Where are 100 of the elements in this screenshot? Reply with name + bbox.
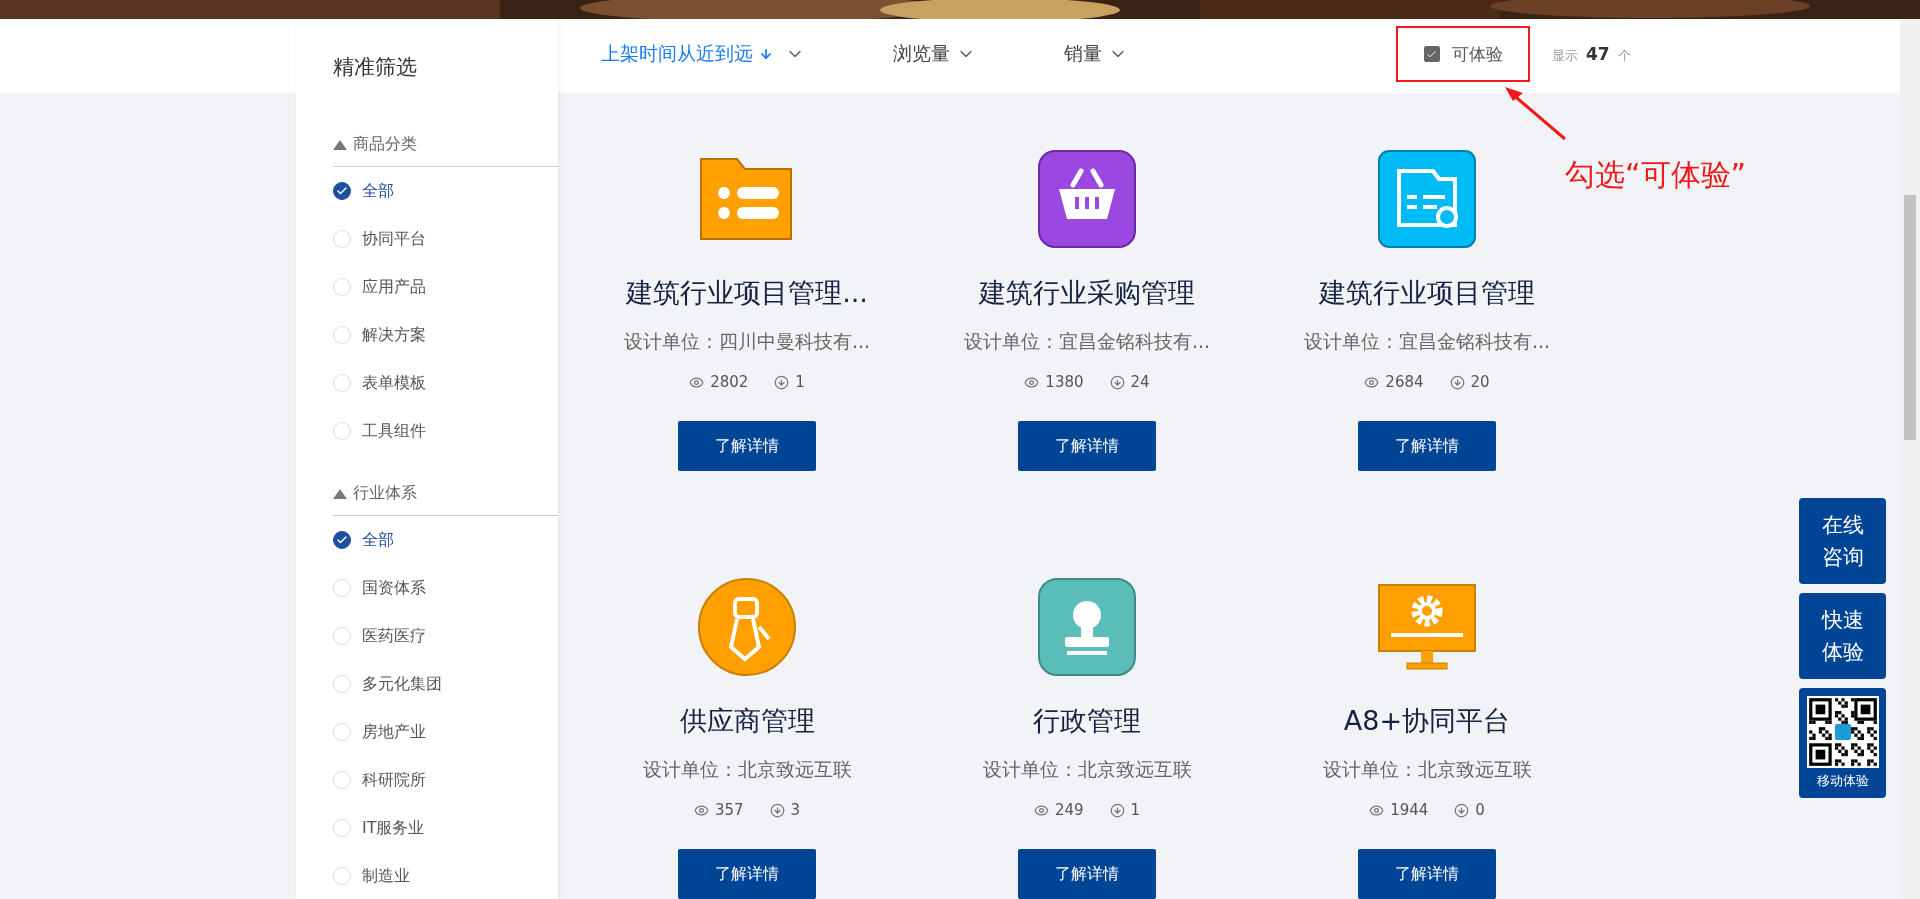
- tie-icon: [697, 577, 797, 677]
- product-title: 供应商管理: [679, 704, 815, 738]
- designer-text: 设计单位：北京致远互联: [642, 757, 852, 782]
- filter-option-label: 科研院所: [362, 769, 426, 791]
- filter-option-label: 工具组件: [362, 420, 426, 442]
- filter-option-label: 全部: [362, 180, 394, 202]
- filter-option[interactable]: 全部: [333, 516, 558, 564]
- download-count: 0: [1475, 801, 1485, 819]
- details-button[interactable]: 了解详情: [1018, 421, 1156, 471]
- count-prefix: 显示: [1552, 46, 1578, 65]
- designer-text: 设计单位：北京致远互联: [1322, 757, 1532, 782]
- filter-option[interactable]: 制造业: [333, 852, 558, 899]
- filter-option[interactable]: 应用产品: [333, 263, 558, 311]
- details-button[interactable]: 了解详情: [1358, 421, 1496, 471]
- sort-option[interactable]: 浏览量: [893, 41, 976, 67]
- check-icon: [1426, 48, 1437, 60]
- eye-icon: [1364, 374, 1380, 390]
- filter-option[interactable]: 多元化集团: [333, 660, 558, 708]
- designer-text: 设计单位：北京致远互联: [982, 757, 1192, 782]
- eye-icon: [1033, 802, 1049, 818]
- download-icon: [1454, 802, 1470, 818]
- details-button[interactable]: 了解详情: [678, 849, 816, 899]
- download-count: 24: [1130, 373, 1150, 391]
- download-count: 20: [1470, 373, 1490, 391]
- designer-text: 设计单位：宜昌金铭科技有...: [963, 329, 1211, 354]
- result-count: 47: [1586, 43, 1610, 64]
- details-button[interactable]: 了解详情: [1018, 849, 1156, 899]
- filter-option-label: 应用产品: [362, 276, 426, 298]
- basket-icon: [1037, 149, 1137, 249]
- filter-option-label: 表单模板: [362, 372, 426, 394]
- filter-group-title: 行业体系: [353, 483, 417, 504]
- filter-option-label: 协同平台: [362, 228, 426, 250]
- download-icon: [1109, 374, 1125, 390]
- filter-option[interactable]: 表单模板: [333, 359, 558, 407]
- download-icon: [774, 374, 790, 390]
- filter-option[interactable]: 国资体系: [333, 564, 558, 612]
- stamp-icon: [1037, 577, 1137, 677]
- details-button[interactable]: 了解详情: [678, 421, 816, 471]
- filter-option[interactable]: 医药医疗: [333, 612, 558, 660]
- filter-option[interactable]: 全部: [333, 167, 558, 215]
- view-count: 2802: [710, 373, 749, 391]
- filter-option[interactable]: 工具组件: [333, 407, 558, 455]
- filter-option-label: 医药医疗: [362, 625, 426, 647]
- filter-group-header[interactable]: 商品分类: [333, 123, 558, 167]
- mobile-experience-button[interactable]: 移动体验: [1799, 688, 1886, 798]
- filter-option-label: 全部: [362, 529, 394, 551]
- experience-checkbox[interactable]: 可体验: [1423, 42, 1503, 66]
- annotation-arrow: [1503, 85, 1567, 141]
- designer-text: 设计单位：四川中曼科技有...: [623, 329, 871, 354]
- sidebar-title: 精准筛选: [333, 54, 418, 81]
- checkbox[interactable]: [1423, 46, 1440, 62]
- product-title: 建筑行业项目管理: [1319, 276, 1535, 310]
- download-icon: [769, 802, 785, 818]
- eye-icon: [693, 802, 709, 818]
- form-gear-icon: [1377, 149, 1477, 249]
- view-count: 2684: [1385, 373, 1424, 391]
- download-count: 1: [1130, 801, 1141, 819]
- download-count: 3: [790, 801, 801, 819]
- filter-option-label: 房地产业: [362, 721, 426, 743]
- filter-option[interactable]: 解决方案: [333, 311, 558, 359]
- eye-icon: [1369, 802, 1385, 818]
- download-icon: [1109, 802, 1125, 818]
- filter-option[interactable]: 科研院所: [333, 756, 558, 804]
- product-title: 建筑行业采购管理: [979, 276, 1195, 310]
- radio-button[interactable]: [333, 182, 351, 200]
- designer-text: 设计单位：宜昌金铭科技有...: [1303, 329, 1551, 354]
- download-icon: [1449, 374, 1465, 390]
- download-count: 1: [795, 373, 805, 391]
- filter-option[interactable]: 房地产业: [333, 708, 558, 756]
- details-button[interactable]: 了解详情: [1358, 849, 1496, 899]
- float-button[interactable]: 在线 咨询: [1799, 498, 1886, 584]
- filter-option-label: IT服务业: [362, 817, 425, 839]
- filter-group-header[interactable]: 行业体系: [333, 472, 558, 516]
- filter-option-label: 制造业: [362, 865, 410, 887]
- triangle-icon: [333, 488, 347, 499]
- float-button[interactable]: 快速 体验: [1799, 593, 1886, 679]
- sort-option[interactable]: 销量: [1064, 41, 1128, 67]
- checkbox-label: 可体验: [1451, 42, 1503, 66]
- eye-icon: [1024, 374, 1040, 390]
- view-count: 249: [1054, 801, 1084, 819]
- sort-option[interactable]: 上架时间从近到远: [601, 41, 805, 67]
- triangle-icon: [333, 139, 347, 150]
- view-count: 1380: [1045, 373, 1084, 391]
- check-icon: [336, 534, 348, 546]
- check-icon: [336, 185, 348, 197]
- product-title: 建筑行业项目管理...: [626, 276, 868, 310]
- product-title: 行政管理: [1033, 704, 1141, 738]
- qr-code-icon: [1806, 696, 1879, 768]
- view-count: 357: [714, 801, 744, 819]
- product-title: A8+协同平台: [1343, 704, 1511, 738]
- radio-button[interactable]: [333, 531, 351, 549]
- filter-option-label: 国资体系: [362, 577, 426, 599]
- filter-option-label: 解决方案: [362, 324, 426, 346]
- filter-option[interactable]: 协同平台: [333, 215, 558, 263]
- filter-option[interactable]: IT服务业: [333, 804, 558, 852]
- count-unit: 个: [1617, 46, 1631, 65]
- filter-option-label: 多元化集团: [362, 673, 442, 695]
- annotation-text: 勾选“可体验”: [1565, 156, 1747, 194]
- filter-group-title: 商品分类: [353, 134, 417, 155]
- view-count: 1944: [1390, 801, 1429, 819]
